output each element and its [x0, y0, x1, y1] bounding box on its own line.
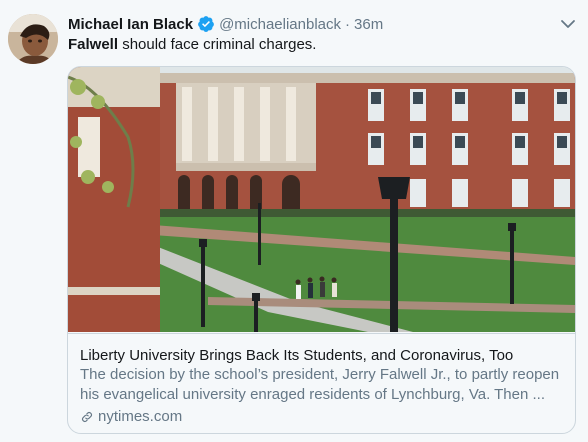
tweet[interactable]: Michael Ian Black @michaelianblack · 36m…: [0, 0, 588, 442]
tweet-text-bold: Falwell: [68, 36, 119, 53]
card-description: The decision by the school’s president, …: [80, 365, 562, 405]
card-body[interactable]: Liberty University Brings Back Its Stude…: [68, 333, 575, 433]
avatar-photo: [8, 14, 58, 64]
card-title[interactable]: Liberty University Brings Back Its Stude…: [80, 346, 513, 366]
author-name[interactable]: Michael Ian Black: [68, 16, 193, 33]
card-domain[interactable]: nytimes.com: [80, 407, 182, 427]
tweet-header: Michael Ian Black @michaelianblack · 36m: [68, 13, 383, 35]
link-icon: [82, 412, 92, 422]
link-preview-card[interactable]: Liberty University Brings Back Its Stude…: [67, 66, 576, 434]
verified-badge-icon: [198, 16, 214, 32]
card-domain-label: nytimes.com: [98, 408, 183, 425]
card-description-line: his evangelical university enraged resid…: [80, 386, 545, 403]
chevron-down-icon[interactable]: [558, 14, 578, 34]
avatar[interactable]: [8, 14, 58, 64]
tweet-text: Falwell should face criminal charges.: [68, 35, 316, 55]
separator-dot: ·: [345, 15, 351, 33]
card-image[interactable]: [68, 67, 575, 332]
tweet-timestamp[interactable]: 36m: [354, 16, 383, 33]
card-description-line: The decision by the school’s president, …: [80, 366, 560, 383]
tweet-text-rest: should face criminal charges.: [118, 36, 317, 53]
author-handle[interactable]: @michaelianblack: [219, 16, 341, 33]
